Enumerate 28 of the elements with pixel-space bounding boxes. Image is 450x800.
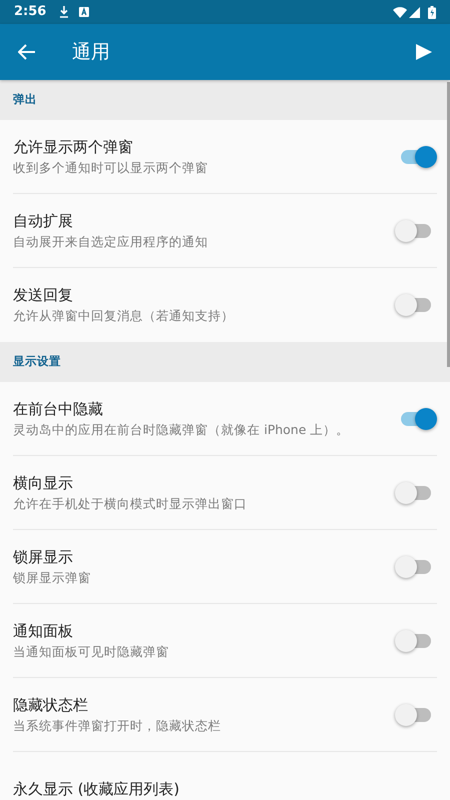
setting-description: 允许在手机处于横向模式时显示弹出窗口 (13, 494, 248, 512)
setting-description: 自动展开来自选定应用程序的通知 (13, 232, 209, 250)
setting-title: 通知面板 (13, 620, 74, 642)
setting-title: 永久显示 (收藏应用列表) (13, 779, 180, 800)
back-icon[interactable] (18, 44, 36, 60)
setting-description: 当系统事件弹窗打开时，隐藏状态栏 (13, 716, 222, 734)
setting-title: 隐藏状态栏 (13, 694, 89, 716)
status-time: 2:56 (14, 3, 46, 22)
page-title: 通用 (72, 40, 110, 65)
setting-description: 允许从弹窗中回复消息（若通知支持） (13, 307, 235, 325)
play-icon[interactable] (416, 44, 432, 60)
setting-description: 当通知面板可见时隐藏弹窗 (13, 642, 170, 660)
setting-title: 锁屏显示 (13, 546, 74, 568)
setting-title: 横向显示 (13, 472, 74, 494)
battery-icon (428, 6, 436, 18)
wifi-icon (393, 6, 407, 18)
setting-title: 自动扩展 (13, 210, 74, 232)
setting-description: 锁屏显示弹窗 (13, 568, 92, 586)
setting-title: 允许显示两个弹窗 (13, 136, 134, 158)
download-icon (59, 6, 70, 18)
setting-title: 在前台中隐藏 (13, 398, 104, 420)
setting-title: 发送回复 (13, 285, 74, 306)
section-title: 弹出 (13, 91, 37, 108)
app-notification-icon (79, 7, 90, 17)
signal-icon (409, 6, 420, 18)
setting-description: 灵动岛中的应用在前台时隐藏弹窗（就像在 iPhone 上）。 (13, 420, 350, 438)
setting-description: 收到多个通知时可以显示两个弹窗 (13, 158, 209, 176)
section-title: 显示设置 (13, 353, 61, 370)
